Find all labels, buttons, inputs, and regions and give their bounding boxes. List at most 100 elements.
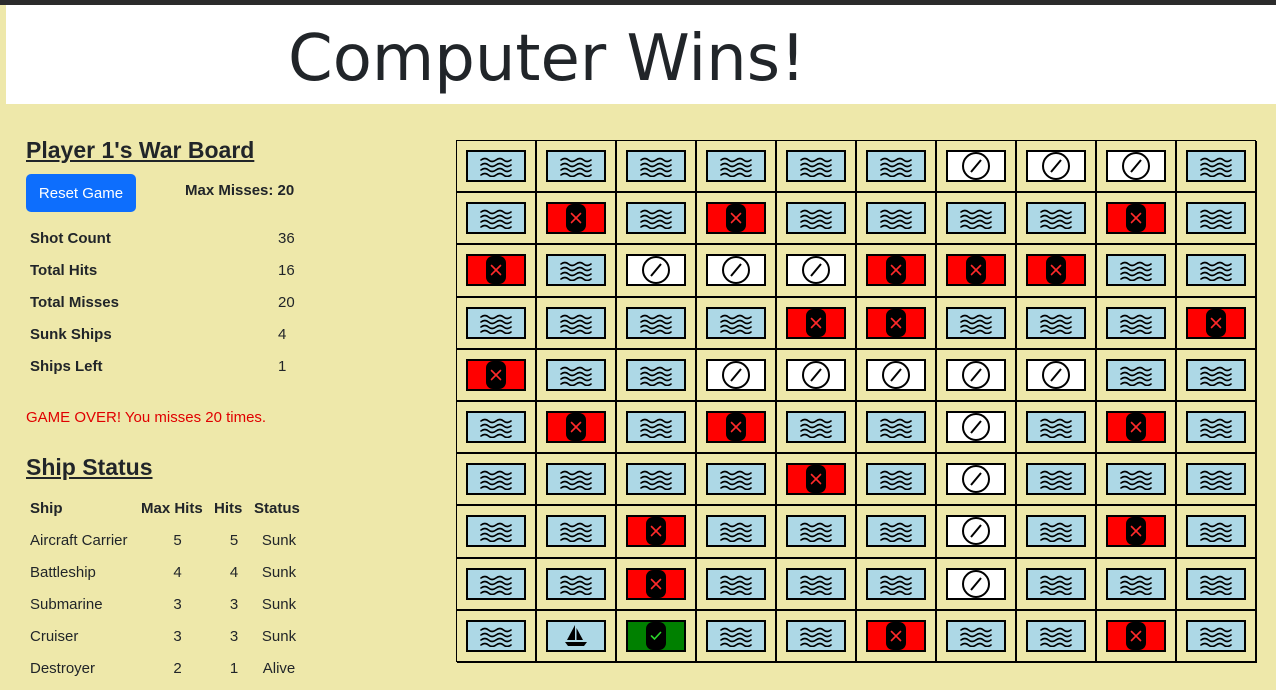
water-tile[interactable] (1026, 202, 1086, 235)
board-cell[interactable] (617, 610, 697, 663)
water-tile[interactable] (1106, 254, 1166, 287)
water-tile[interactable] (1026, 411, 1086, 444)
board-cell[interactable] (857, 141, 937, 194)
board-cell[interactable] (1097, 193, 1177, 246)
water-tile[interactable] (786, 515, 846, 548)
board-cell[interactable] (537, 506, 617, 559)
water-tile[interactable] (626, 411, 686, 444)
board-cell[interactable] (537, 558, 617, 611)
board-cell[interactable] (457, 558, 537, 611)
board-cell[interactable] (537, 141, 617, 194)
board-cell[interactable] (617, 349, 697, 402)
board-cell[interactable] (1177, 610, 1257, 663)
water-tile[interactable] (546, 463, 606, 496)
board-cell[interactable] (1097, 297, 1177, 350)
board-cell[interactable] (617, 245, 697, 298)
water-tile[interactable] (626, 202, 686, 235)
board-cell[interactable] (697, 610, 777, 663)
water-tile[interactable] (706, 150, 766, 183)
board-cell[interactable] (1097, 506, 1177, 559)
miss-tile[interactable] (946, 150, 1006, 183)
miss-tile[interactable] (866, 358, 926, 391)
hit-tile[interactable] (546, 202, 606, 235)
water-tile[interactable] (1026, 515, 1086, 548)
miss-tile[interactable] (946, 463, 1006, 496)
board-cell[interactable] (857, 245, 937, 298)
water-tile[interactable] (946, 202, 1006, 235)
reset-game-button[interactable]: Reset Game (26, 174, 136, 212)
water-tile[interactable] (466, 306, 526, 339)
water-tile[interactable] (786, 619, 846, 652)
board-cell[interactable] (1017, 245, 1097, 298)
miss-tile[interactable] (1026, 150, 1086, 183)
board-cell[interactable] (937, 610, 1017, 663)
miss-tile[interactable] (786, 254, 846, 287)
board-cell[interactable] (537, 401, 617, 455)
board-cell[interactable] (457, 141, 537, 194)
water-tile[interactable] (1106, 306, 1166, 339)
water-tile[interactable] (626, 306, 686, 339)
board-cell[interactable] (937, 401, 1017, 455)
water-tile[interactable] (786, 202, 846, 235)
water-tile[interactable] (1026, 306, 1086, 339)
board-cell[interactable] (777, 141, 857, 194)
miss-tile[interactable] (706, 358, 766, 391)
board-cell[interactable] (617, 141, 697, 194)
board-cell[interactable] (1017, 610, 1097, 663)
board-cell[interactable] (857, 506, 937, 559)
hit-tile[interactable] (786, 463, 846, 496)
miss-tile[interactable] (626, 254, 686, 287)
board-cell[interactable] (857, 558, 937, 611)
board-cell[interactable] (777, 245, 857, 298)
water-tile[interactable] (546, 567, 606, 600)
miss-tile[interactable] (1106, 150, 1166, 183)
hit-tile[interactable] (1186, 306, 1246, 339)
water-tile[interactable] (1186, 254, 1246, 287)
miss-tile[interactable] (946, 515, 1006, 548)
board-cell[interactable] (537, 349, 617, 402)
water-tile[interactable] (1186, 515, 1246, 548)
water-tile[interactable] (466, 515, 526, 548)
board-cell[interactable] (1177, 454, 1257, 507)
board-cell[interactable] (1097, 141, 1177, 194)
water-tile[interactable] (1106, 567, 1166, 600)
hit-tile[interactable] (706, 202, 766, 235)
hit-tile[interactable] (866, 254, 926, 287)
board-cell[interactable] (1177, 193, 1257, 246)
board-cell[interactable] (617, 401, 697, 455)
water-tile[interactable] (1106, 463, 1166, 496)
water-tile[interactable] (1186, 150, 1246, 183)
board-cell[interactable] (857, 297, 937, 350)
board-cell[interactable] (537, 245, 617, 298)
board-cell[interactable] (777, 454, 857, 507)
hit-tile[interactable] (706, 411, 766, 444)
hit-tile[interactable] (866, 306, 926, 339)
water-tile[interactable] (546, 358, 606, 391)
water-tile[interactable] (1186, 463, 1246, 496)
miss-tile[interactable] (946, 567, 1006, 600)
hit-tile[interactable] (626, 567, 686, 600)
water-tile[interactable] (866, 150, 926, 183)
water-tile[interactable] (1186, 202, 1246, 235)
board-cell[interactable] (537, 454, 617, 507)
water-tile[interactable] (866, 463, 926, 496)
water-tile[interactable] (466, 619, 526, 652)
board-cell[interactable] (1097, 245, 1177, 298)
board-cell[interactable] (1097, 558, 1177, 611)
board-cell[interactable] (1097, 454, 1177, 507)
board-cell[interactable] (697, 454, 777, 507)
hit-tile[interactable] (466, 358, 526, 391)
board-cell[interactable] (1177, 506, 1257, 559)
board-cell[interactable] (777, 506, 857, 559)
board-cell[interactable] (617, 506, 697, 559)
board-cell[interactable] (1017, 454, 1097, 507)
ship-tile[interactable] (546, 619, 606, 652)
water-tile[interactable] (626, 150, 686, 183)
water-tile[interactable] (1186, 411, 1246, 444)
board-cell[interactable] (457, 245, 537, 298)
miss-tile[interactable] (706, 254, 766, 287)
board-cell[interactable] (1017, 558, 1097, 611)
hit-tile[interactable] (866, 619, 926, 652)
board-cell[interactable] (457, 349, 537, 402)
board-cell[interactable] (857, 610, 937, 663)
